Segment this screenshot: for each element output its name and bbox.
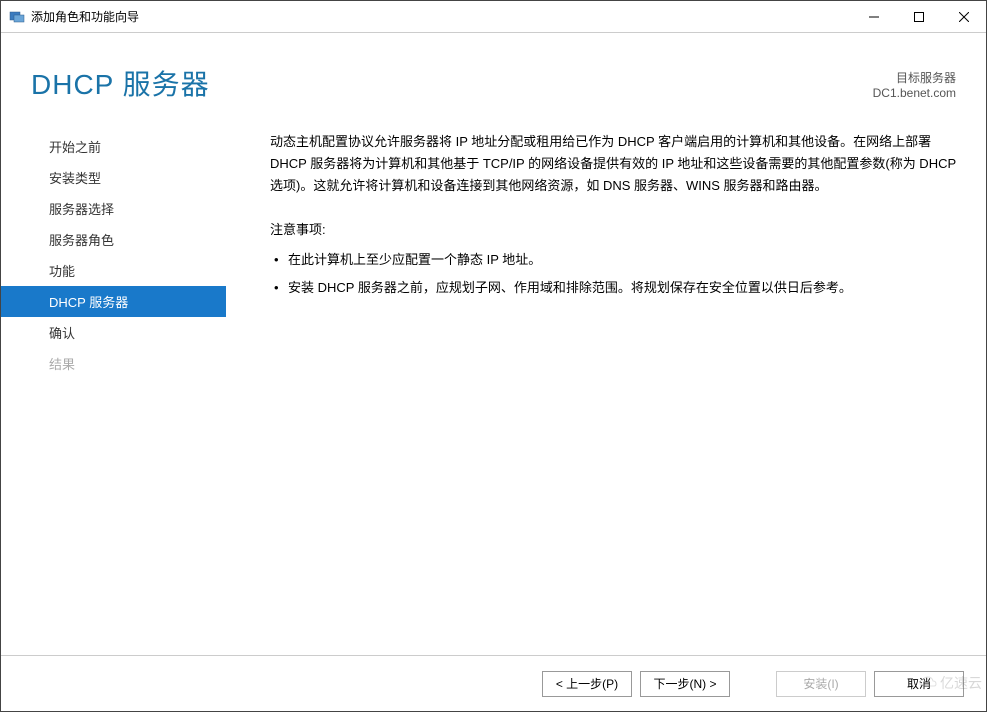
nav-item-confirmation[interactable]: 确认 bbox=[1, 317, 226, 348]
close-button[interactable] bbox=[941, 1, 986, 32]
note-item: 在此计算机上至少应配置一个静态 IP 地址。 bbox=[272, 249, 956, 271]
maximize-button[interactable] bbox=[896, 1, 941, 32]
wizard-window: 添加角色和功能向导 DHCP 服务器 目标服务器 DC1.benet.com 开… bbox=[0, 0, 987, 712]
next-button[interactable]: 下一步(N) > bbox=[640, 671, 730, 697]
nav-item-before-you-begin[interactable]: 开始之前 bbox=[1, 131, 226, 162]
install-button: 安装(I) bbox=[776, 671, 866, 697]
header-area: DHCP 服务器 目标服务器 DC1.benet.com bbox=[1, 33, 986, 103]
window-title: 添加角色和功能向导 bbox=[31, 8, 851, 25]
target-label: 目标服务器 bbox=[873, 69, 956, 86]
description-text: 动态主机配置协议允许服务器将 IP 地址分配或租用给已作为 DHCP 客户端启用… bbox=[270, 131, 956, 197]
nav-item-server-roles[interactable]: 服务器角色 bbox=[1, 224, 226, 255]
nav-item-installation-type[interactable]: 安装类型 bbox=[1, 162, 226, 193]
window-controls bbox=[851, 1, 986, 32]
content-pane: 动态主机配置协议允许服务器将 IP 地址分配或租用给已作为 DHCP 客户端启用… bbox=[226, 129, 986, 655]
note-item: 安装 DHCP 服务器之前，应规划子网、作用域和排除范围。将规划保存在安全位置以… bbox=[272, 277, 956, 299]
nav-sidebar: 开始之前 安装类型 服务器选择 服务器角色 功能 DHCP 服务器 确认 结果 bbox=[1, 129, 226, 655]
target-server-info: 目标服务器 DC1.benet.com bbox=[873, 69, 956, 100]
nav-item-results: 结果 bbox=[1, 348, 226, 379]
nav-item-server-selection[interactable]: 服务器选择 bbox=[1, 193, 226, 224]
nav-item-dhcp-server[interactable]: DHCP 服务器 bbox=[1, 286, 226, 317]
cancel-button[interactable]: 取消 bbox=[874, 671, 964, 697]
notes-list: 在此计算机上至少应配置一个静态 IP 地址。 安装 DHCP 服务器之前，应规划… bbox=[270, 249, 956, 299]
main-area: 开始之前 安装类型 服务器选择 服务器角色 功能 DHCP 服务器 确认 结果 … bbox=[1, 103, 986, 655]
titlebar: 添加角色和功能向导 bbox=[1, 1, 986, 33]
target-server-name: DC1.benet.com bbox=[873, 86, 956, 100]
app-icon bbox=[9, 9, 25, 25]
footer-bar: < 上一步(P) 下一步(N) > 安装(I) 取消 bbox=[1, 655, 986, 711]
previous-button[interactable]: < 上一步(P) bbox=[542, 671, 632, 697]
nav-item-features[interactable]: 功能 bbox=[1, 255, 226, 286]
minimize-button[interactable] bbox=[851, 1, 896, 32]
notes-heading: 注意事项: bbox=[270, 219, 956, 241]
page-title: DHCP 服务器 bbox=[31, 63, 210, 103]
